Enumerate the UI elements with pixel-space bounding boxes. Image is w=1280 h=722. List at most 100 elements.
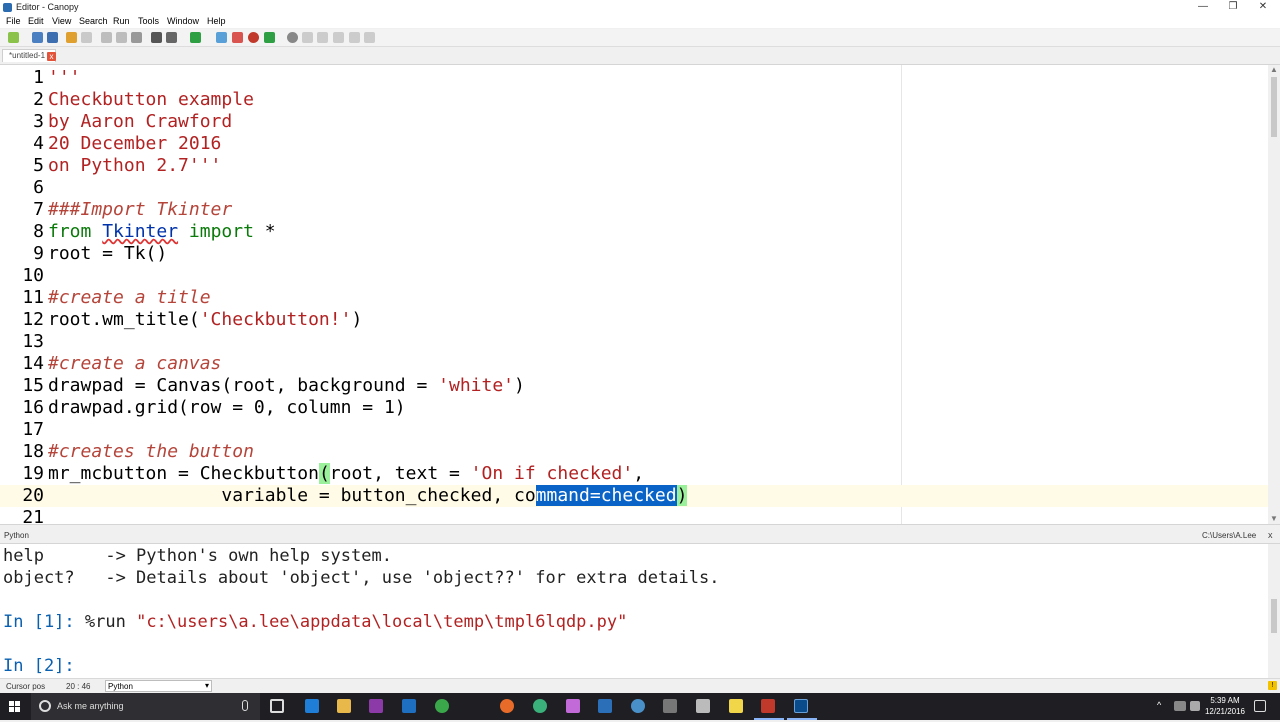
menu-edit[interactable]: Edit xyxy=(28,16,44,26)
code-line: 9 root = Tk() xyxy=(0,243,1268,265)
canopy-taskbar-icon[interactable] xyxy=(761,699,775,713)
redo-icon[interactable] xyxy=(81,32,92,43)
shell-command-path: "c:\users\a.lee\appdata\local\temp\tmpl6… xyxy=(136,612,628,632)
open-icon[interactable] xyxy=(32,32,43,43)
tab-untitled-1[interactable]: *untitled-1 x xyxy=(2,49,56,62)
text-selection[interactable]: mmand=checked xyxy=(535,485,677,506)
step-into-icon[interactable] xyxy=(302,32,313,43)
stop-icon[interactable] xyxy=(248,32,259,43)
clock-date: 12/21/2016 xyxy=(1204,707,1246,716)
find-icon[interactable] xyxy=(151,32,162,43)
cortana-icon xyxy=(39,700,51,712)
app-icon[interactable] xyxy=(598,699,612,713)
menu-view[interactable]: View xyxy=(52,16,71,26)
line-number: 11 xyxy=(22,287,44,308)
line-number: 15 xyxy=(22,375,44,396)
tray-chevron-icon[interactable]: ^ xyxy=(1157,700,1161,710)
task-view-icon[interactable] xyxy=(270,699,284,713)
step-over-icon[interactable] xyxy=(317,32,328,43)
menu-window[interactable]: Window xyxy=(167,16,199,26)
outdent-icon[interactable] xyxy=(364,32,375,43)
continue-icon[interactable] xyxy=(264,32,275,43)
app-icon[interactable] xyxy=(794,699,808,713)
line-number: 3 xyxy=(33,111,44,132)
line-number: 19 xyxy=(22,463,44,484)
calculator-icon[interactable] xyxy=(696,699,710,713)
code-line: 8 from Tkinter import * xyxy=(0,221,1268,243)
menu-tools[interactable]: Tools xyxy=(138,16,159,26)
music-icon[interactable] xyxy=(566,699,580,713)
menu-file[interactable]: File xyxy=(6,16,21,26)
app-icon[interactable] xyxy=(533,699,547,713)
minimize-button[interactable]: — xyxy=(1188,0,1218,15)
shell-close-icon[interactable]: x xyxy=(1268,530,1273,540)
scrollbar-thumb[interactable] xyxy=(1271,77,1277,137)
menu-search[interactable]: Search xyxy=(79,16,108,26)
close-button[interactable]: ✕ xyxy=(1248,0,1278,15)
line-number: 4 xyxy=(33,133,44,154)
chrome-icon[interactable] xyxy=(435,699,449,713)
app-icon[interactable] xyxy=(631,699,645,713)
code-comment: #create a canvas xyxy=(48,353,222,374)
code-text: ) xyxy=(514,375,525,396)
menu-help[interactable]: Help xyxy=(207,16,226,26)
file-explorer-icon[interactable] xyxy=(337,699,351,713)
scrollbar-thumb[interactable] xyxy=(1271,599,1277,633)
code-text: drawpad = Canvas(root, background = xyxy=(48,375,439,396)
app-icon[interactable] xyxy=(663,699,677,713)
onenote-icon[interactable] xyxy=(369,699,383,713)
code-keyword: from xyxy=(48,221,92,242)
toolbar xyxy=(0,29,1280,47)
firefox-icon[interactable] xyxy=(500,699,514,713)
sticky-notes-icon[interactable] xyxy=(729,699,743,713)
code-line: 10 xyxy=(0,265,1268,287)
code-string: 'On if checked' xyxy=(470,463,634,484)
start-button[interactable] xyxy=(0,693,30,720)
cut-icon[interactable] xyxy=(101,32,112,43)
microphone-icon[interactable] xyxy=(242,700,248,711)
code-editor[interactable]: 1 ''' 2 Checkbutton example 3 by Aaron Craw… xyxy=(0,64,1280,525)
line-number: 1 xyxy=(33,67,44,88)
network-icon[interactable] xyxy=(1174,701,1186,711)
debug-icon[interactable] xyxy=(216,32,227,43)
outlook-icon[interactable] xyxy=(402,699,416,713)
shell-scrollbar[interactable] xyxy=(1268,544,1280,678)
code-line: 13 xyxy=(0,331,1268,353)
code-line: 19 mr_mcbutton = Checkbutton(root, text =… xyxy=(0,463,1268,485)
code-text: Checkbutton example xyxy=(48,89,254,110)
status-bar: Cursor pos 20 : 46 Python ▾ ! xyxy=(0,678,1280,693)
taskbar-search[interactable]: Ask me anything xyxy=(31,693,260,720)
line-number: 17 xyxy=(22,419,44,440)
language-select[interactable]: Python ▾ xyxy=(105,680,212,692)
tab-close-icon[interactable]: x xyxy=(47,52,56,61)
tray-clock[interactable]: 5:39 AM 12/21/2016 xyxy=(1204,695,1246,717)
run-icon[interactable] xyxy=(190,32,201,43)
maximize-button[interactable]: ❐ xyxy=(1218,0,1248,15)
cursor-pos-value: 20 : 46 xyxy=(66,682,91,691)
step-out-icon[interactable] xyxy=(333,32,344,43)
save-icon[interactable] xyxy=(47,32,58,43)
code-line: 3 by Aaron Crawford xyxy=(0,111,1268,133)
undo-icon[interactable] xyxy=(66,32,77,43)
editor-scrollbar[interactable]: ▲ ▼ xyxy=(1268,65,1280,524)
copy-icon[interactable] xyxy=(116,32,127,43)
step-icon[interactable] xyxy=(287,32,298,43)
code-comment: #create a title xyxy=(48,287,211,308)
shell-input-line[interactable]: In [2]: xyxy=(3,655,75,677)
new-file-icon[interactable] xyxy=(8,32,19,43)
search-placeholder: Ask me anything xyxy=(57,701,124,711)
warning-icon[interactable]: ! xyxy=(1268,681,1277,690)
code-line: 11 #create a title xyxy=(0,287,1268,309)
find-next-icon[interactable] xyxy=(166,32,177,43)
edge-icon[interactable] xyxy=(305,699,319,713)
breakpoint-icon[interactable] xyxy=(232,32,243,43)
indent-icon[interactable] xyxy=(349,32,360,43)
menu-run[interactable]: Run xyxy=(113,16,130,26)
python-shell[interactable]: help -> Python's own help system. object… xyxy=(0,543,1280,678)
scroll-down-icon[interactable]: ▼ xyxy=(1270,514,1278,523)
paste-icon[interactable] xyxy=(131,32,142,43)
volume-icon[interactable] xyxy=(1190,701,1200,711)
current-code-line: 20 variable = button_checked, command=ch… xyxy=(0,485,1268,507)
scroll-up-icon[interactable]: ▲ xyxy=(1270,65,1278,74)
action-center-icon[interactable] xyxy=(1254,700,1266,712)
